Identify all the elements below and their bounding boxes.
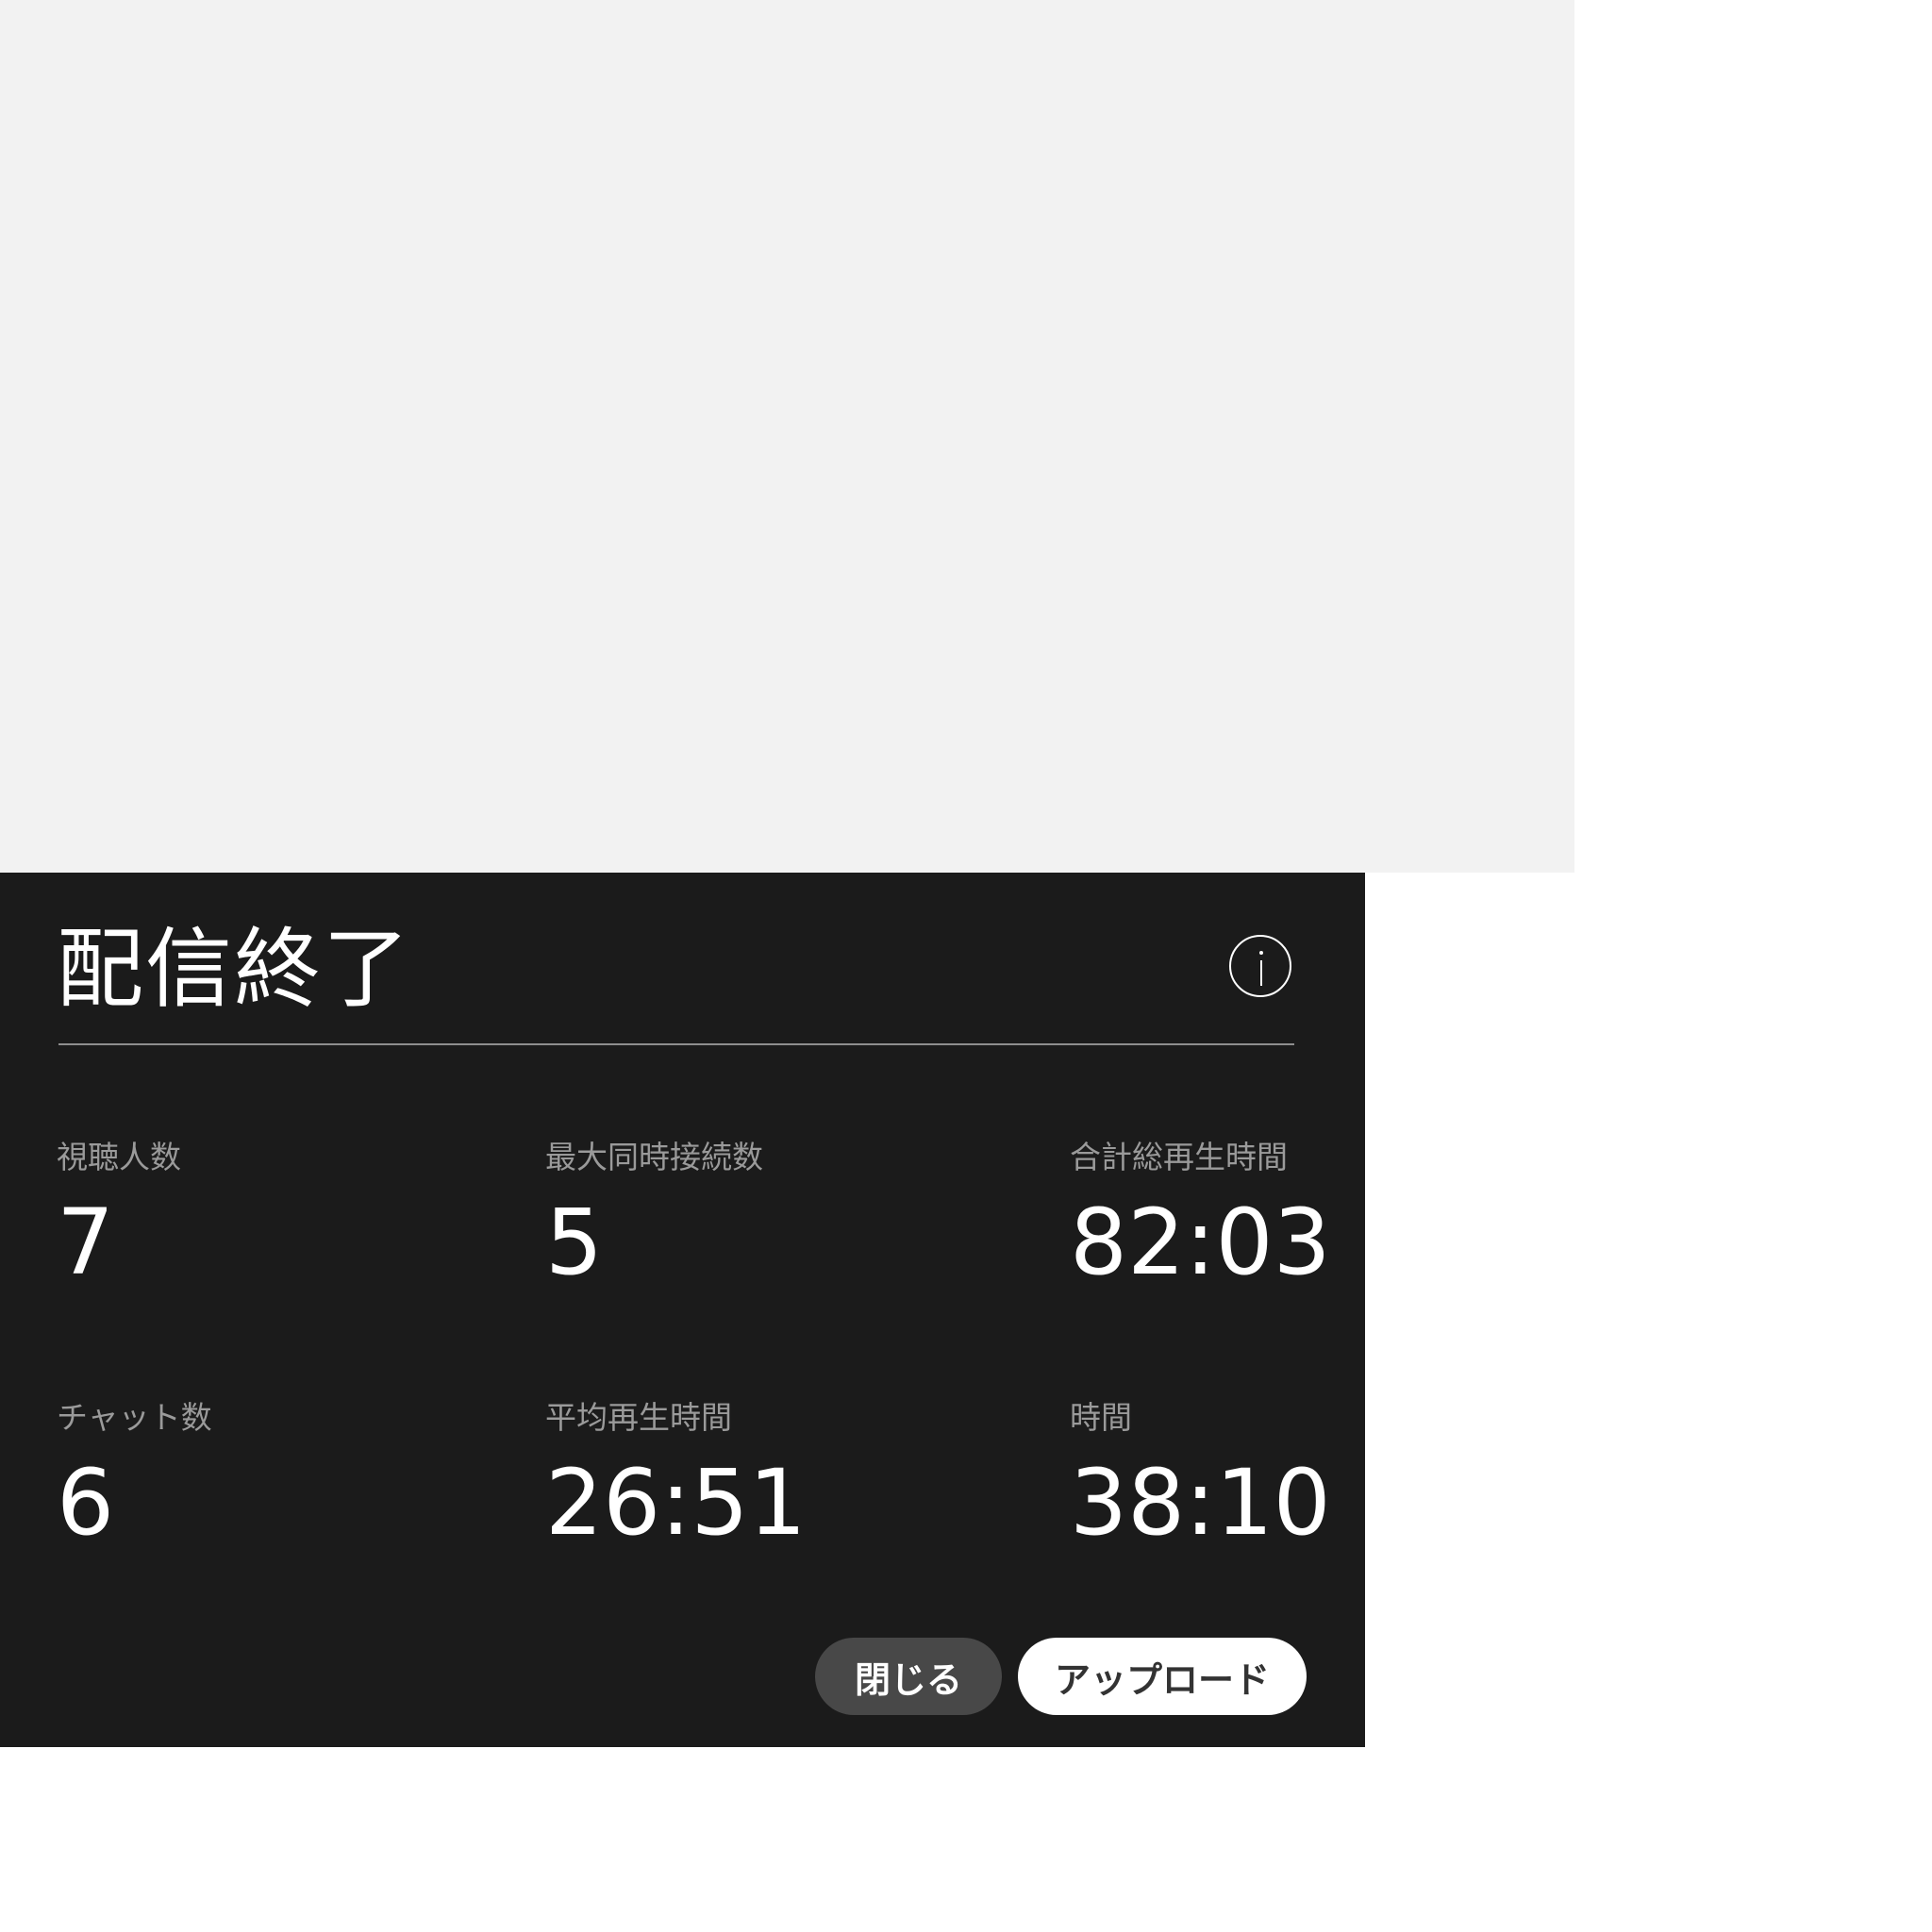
stat-total-watch-time: 合計総再生時間 82:03 [1070,1139,1331,1288]
stat-value: 38:10 [1070,1449,1331,1556]
stat-duration: 時間 38:10 [1070,1399,1331,1548]
stat-average-watch-time: 平均再生時間 26:51 [545,1399,807,1548]
stat-peak-concurrent: 最大同時接続数 5 [545,1139,763,1288]
stat-label: 合計総再生時間 [1070,1139,1288,1175]
title-divider [58,1043,1294,1045]
stat-chat-count: チャット数 6 [57,1399,212,1548]
stat-value: 26:51 [545,1449,807,1556]
stat-viewers: 視聴人数 7 [57,1139,181,1288]
close-button[interactable]: 閉じる [815,1638,1002,1715]
stream-ended-panel: 配信終了 視聴人数 7 最大同時接続数 5 合計総再生時間 82:03 チャット… [0,873,1365,1747]
stream-preview-area [0,0,1574,873]
stat-label: 時間 [1070,1399,1132,1436]
stat-label: 視聴人数 [57,1139,181,1175]
page: 配信終了 視聴人数 7 最大同時接続数 5 合計総再生時間 82:03 チャット… [0,0,1932,1932]
stat-label: 平均再生時間 [545,1399,732,1436]
stat-value: 5 [545,1189,604,1295]
stat-label: チャット数 [57,1399,212,1436]
info-icon-dot [1259,951,1263,955]
upload-button[interactable]: アップロード [1018,1638,1307,1715]
stat-value: 7 [57,1189,115,1295]
panel-title: 配信終了 [57,919,412,1020]
stat-label: 最大同時接続数 [545,1139,763,1175]
stat-value: 6 [57,1449,115,1556]
stat-value: 82:03 [1070,1189,1331,1295]
info-icon[interactable] [1229,935,1291,997]
info-icon-bar [1260,960,1262,986]
